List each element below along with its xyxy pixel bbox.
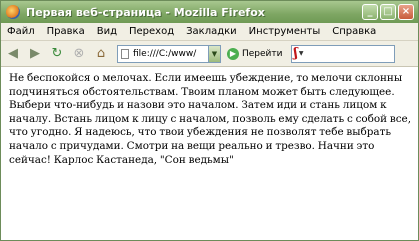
home-icon[interactable]: ⌂ xyxy=(91,44,111,64)
menu-bookmarks[interactable]: Закладки xyxy=(180,26,243,37)
address-bar[interactable]: file:///C:/www/ xyxy=(117,44,209,63)
page-icon xyxy=(121,48,129,59)
search-engine-caret-icon: ▼ xyxy=(298,50,304,57)
title-bar[interactable]: Первая веб-страница - Mozilla Firefox _ … xyxy=(1,1,418,23)
reload-icon[interactable]: ↻ xyxy=(47,44,67,64)
menu-bar: Файл Правка Вид Переход Закладки Инструм… xyxy=(1,23,418,41)
navigation-toolbar: ◀ ▶ ↻ ⊗ ⌂ file:///C:/www/ ▼ ▶ Перейти ʃ … xyxy=(1,41,418,67)
close-button[interactable]: × xyxy=(398,4,414,20)
firefox-logo-icon xyxy=(6,5,20,19)
window-controls: _ □ × xyxy=(362,4,414,20)
page-content: Не беспокойся о мелочах. Если имеешь убе… xyxy=(1,67,418,240)
forward-icon[interactable]: ▶ xyxy=(25,44,45,64)
go-button[interactable]: ▶ Перейти xyxy=(227,47,283,60)
window-title: Первая веб-страница - Mozilla Firefox xyxy=(26,5,265,19)
back-icon[interactable]: ◀ xyxy=(3,44,23,64)
go-arrow-icon: ▶ xyxy=(227,47,239,60)
menu-file[interactable]: Файл xyxy=(1,26,41,37)
minimize-button[interactable]: _ xyxy=(362,4,378,20)
menu-view[interactable]: Вид xyxy=(91,26,123,37)
menu-tools[interactable]: Инструменты xyxy=(243,26,327,37)
search-engine-icon[interactable]: ʃ ▼ xyxy=(293,46,310,61)
address-value[interactable]: file:///C:/www/ xyxy=(133,49,196,59)
maximize-button[interactable]: □ xyxy=(380,4,396,20)
page-body-text: Не беспокойся о мелочах. Если имеешь убе… xyxy=(9,72,411,166)
menu-edit[interactable]: Правка xyxy=(41,26,91,37)
browser-window: Первая веб-страница - Mozilla Firefox _ … xyxy=(0,0,419,241)
stop-icon[interactable]: ⊗ xyxy=(69,44,89,64)
menu-go[interactable]: Переход xyxy=(123,26,180,37)
search-engine-glyph: ʃ xyxy=(293,46,298,61)
menu-help[interactable]: Справка xyxy=(326,26,382,37)
go-label: Перейти xyxy=(242,48,283,59)
address-dropdown-icon[interactable]: ▼ xyxy=(209,44,221,63)
search-box[interactable]: ʃ ▼ xyxy=(290,44,395,63)
